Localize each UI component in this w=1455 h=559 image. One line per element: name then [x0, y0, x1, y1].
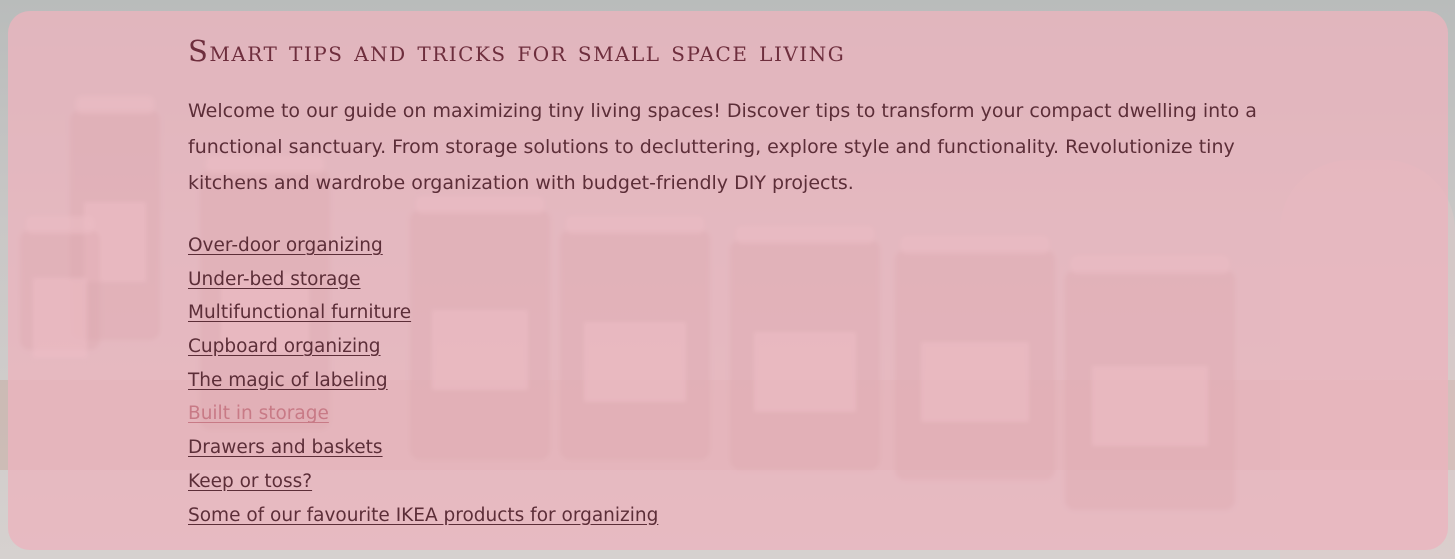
list-item: Cupboard organizing — [188, 330, 1268, 364]
list-item: Keep or toss? — [188, 465, 1268, 499]
link-multifunctional-furniture[interactable]: Multifunctional furniture — [188, 302, 411, 323]
intro-paragraph: Welcome to our guide on maximizing tiny … — [188, 100, 1257, 194]
list-item: Built in storage — [188, 397, 1268, 431]
list-item: Drawers and baskets — [188, 431, 1268, 465]
list-item: Multifunctional furniture — [188, 296, 1268, 330]
link-cupboard-organizing[interactable]: Cupboard organizing — [188, 336, 381, 357]
link-drawers-and-baskets[interactable]: Drawers and baskets — [188, 437, 383, 458]
content-panel: Smart tips and tricks for small space li… — [8, 11, 1448, 550]
link-built-in-storage[interactable]: Built in storage — [188, 403, 329, 424]
link-over-door-organizing[interactable]: Over-door organizing — [188, 235, 383, 256]
list-item: Over-door organizing — [188, 229, 1268, 263]
link-under-bed-storage[interactable]: Under-bed storage — [188, 269, 361, 290]
list-item: Under-bed storage — [188, 263, 1268, 297]
link-ikea-products[interactable]: Some of our favourite IKEA products for … — [188, 505, 658, 526]
content-area: Smart tips and tricks for small space li… — [188, 31, 1268, 532]
list-item: Some of our favourite IKEA products for … — [188, 499, 1268, 533]
topic-link-list: Over-door organizing Under-bed storage M… — [188, 229, 1268, 532]
link-keep-or-toss[interactable]: Keep or toss? — [188, 471, 312, 492]
link-magic-of-labeling[interactable]: The magic of labeling — [188, 370, 388, 391]
page-title: Smart tips and tricks for small space li… — [188, 34, 846, 68]
list-item: The magic of labeling — [188, 364, 1268, 398]
